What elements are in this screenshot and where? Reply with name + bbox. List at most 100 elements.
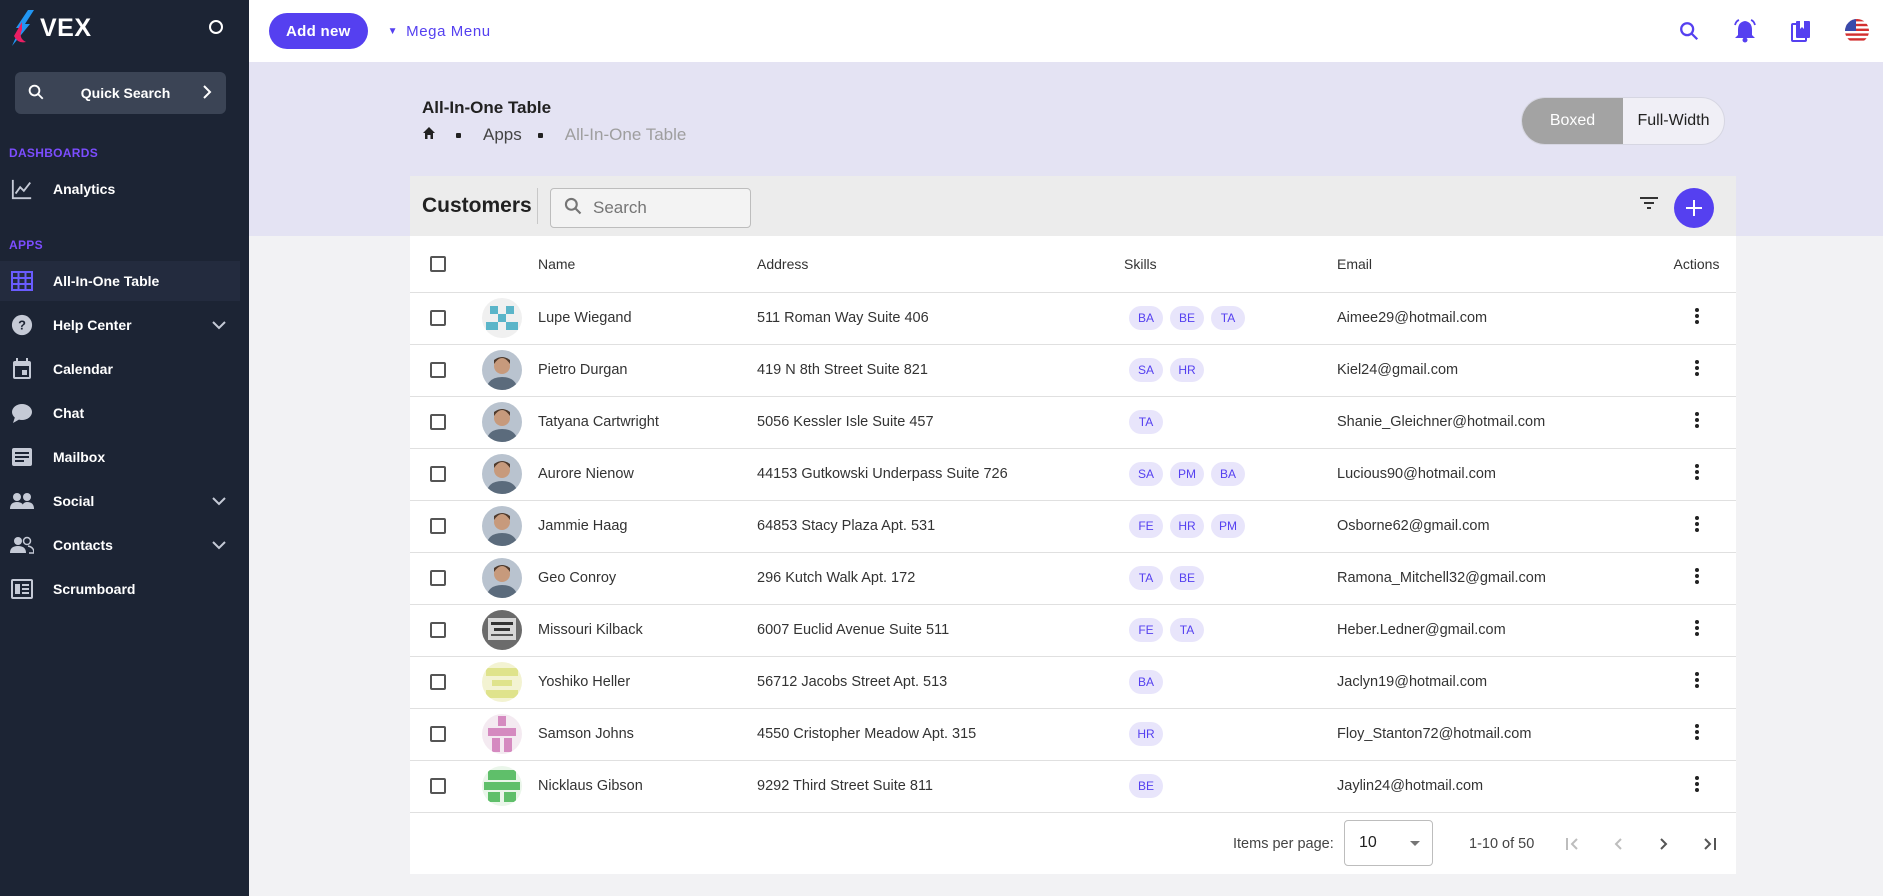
more-vertical-icon[interactable]: [1694, 410, 1699, 430]
sidebar-item-all-in-one-table[interactable]: All-In-One Table: [0, 261, 240, 301]
table-row[interactable]: Tatyana Cartwright 5056 Kessler Isle Suit…: [410, 396, 1736, 449]
next-page-icon[interactable]: [1652, 832, 1676, 856]
sidebar-item-chat[interactable]: Chat: [0, 393, 240, 433]
customers-card: Customers Name Address Skills Email Acti…: [410, 176, 1736, 874]
sidebar-item-social[interactable]: Social: [0, 481, 240, 521]
table-row[interactable]: Nicklaus Gibson 9292 Third Street Suite 8…: [410, 760, 1736, 813]
last-page-icon[interactable]: [1698, 832, 1722, 856]
customer-email: Jaylin24@hotmail.com: [1337, 760, 1657, 813]
sidebar-item-scrumboard[interactable]: Scrumboard: [0, 569, 240, 609]
more-vertical-icon[interactable]: [1694, 462, 1699, 482]
search-input[interactable]: [593, 198, 743, 218]
scrumboard-icon: [10, 577, 34, 601]
row-checkbox[interactable]: [430, 414, 446, 430]
skill-chip: BE: [1129, 774, 1163, 798]
home-icon[interactable]: [422, 125, 440, 145]
items-per-page-select[interactable]: 10: [1344, 820, 1433, 866]
more-vertical-icon[interactable]: [1694, 566, 1699, 586]
row-checkbox[interactable]: [430, 518, 446, 534]
sidebar-collapse-toggle[interactable]: [209, 20, 223, 34]
mega-menu-button[interactable]: ▼ Mega Menu: [388, 23, 491, 40]
app-logo[interactable]: VEX: [8, 8, 92, 48]
actions-cell: [1657, 500, 1736, 553]
chevron-down-icon: [212, 317, 226, 333]
customer-skills: TA BE: [1124, 552, 1337, 605]
skill-chip: BE: [1170, 306, 1204, 330]
table-toolbar: Customers: [410, 176, 1736, 236]
mega-menu-label: Mega Menu: [406, 22, 491, 40]
avatar: [482, 558, 522, 598]
breadcrumb-apps[interactable]: Apps: [483, 125, 522, 145]
add-customer-button[interactable]: [1674, 188, 1714, 228]
row-checkbox[interactable]: [430, 466, 446, 482]
sidebar-item-mailbox[interactable]: Mailbox: [0, 437, 240, 477]
add-new-button[interactable]: Add new: [269, 13, 368, 49]
more-vertical-icon[interactable]: [1694, 358, 1699, 378]
more-vertical-icon[interactable]: [1694, 306, 1699, 326]
layout-option-full-width[interactable]: Full-Width: [1623, 98, 1724, 144]
customer-email: Jaclyn19@hotmail.com: [1337, 656, 1657, 709]
avatar-cell: [482, 604, 538, 657]
first-page-icon[interactable]: [1560, 832, 1584, 856]
customer-address: 4550 Cristopher Meadow Apt. 315: [757, 708, 1124, 761]
column-header-name[interactable]: Name: [538, 236, 757, 293]
table-row[interactable]: Aurore Nienow 44153 Gutkowski Underpass S…: [410, 448, 1736, 501]
table-row[interactable]: Jammie Haag 64853 Stacy Plaza Apt. 531 FE H…: [410, 500, 1736, 553]
table-row[interactable]: Lupe Wiegand 511 Roman Way Suite 406 BA BE T…: [410, 292, 1736, 345]
more-vertical-icon[interactable]: [1694, 618, 1699, 638]
sidebar-item-help-center[interactable]: ? Help Center: [0, 305, 240, 345]
more-vertical-icon[interactable]: [1694, 514, 1699, 534]
table-row[interactable]: Yoshiko Heller 56712 Jacobs Street Apt. 5…: [410, 656, 1736, 709]
row-checkbox[interactable]: [430, 362, 446, 378]
bell-icon[interactable]: [1733, 19, 1757, 43]
row-checkbox[interactable]: [430, 622, 446, 638]
row-checkbox[interactable]: [430, 570, 446, 586]
table-row[interactable]: Pietro Durgan 419 N 8th Street Suite 821 S…: [410, 344, 1736, 397]
table-row[interactable]: Samson Johns 4550 Cristopher Meadow Apt. …: [410, 708, 1736, 761]
row-select-cell: [410, 396, 482, 449]
row-checkbox[interactable]: [430, 310, 446, 326]
row-checkbox[interactable]: [430, 726, 446, 742]
customer-email: Aimee29@hotmail.com: [1337, 292, 1657, 345]
column-header-skills[interactable]: Skills: [1124, 236, 1337, 293]
row-checkbox[interactable]: [430, 674, 446, 690]
sidebar-item-label: Social: [53, 493, 95, 509]
table-row[interactable]: Geo Conroy 296 Kutch Walk Apt. 172 TA BE Ram…: [410, 552, 1736, 605]
column-header-address[interactable]: Address: [757, 236, 1124, 293]
avatar: [482, 610, 522, 650]
avatar: [482, 714, 522, 754]
avatar-cell: [482, 552, 538, 605]
sidebar-item-label: Calendar: [53, 361, 113, 377]
layout-option-boxed[interactable]: Boxed: [1522, 98, 1623, 144]
calendar-icon: [10, 357, 34, 381]
sidebar-item-calendar[interactable]: Calendar: [0, 349, 240, 389]
filter-icon[interactable]: [1640, 196, 1660, 216]
chat-bubble-icon: [10, 401, 34, 425]
sidebar-item-label: Mailbox: [53, 449, 106, 465]
skill-chip: BE: [1170, 566, 1204, 590]
us-flag-icon[interactable]: [1845, 19, 1869, 43]
customer-address: 296 Kutch Walk Apt. 172: [757, 552, 1124, 605]
more-vertical-icon[interactable]: [1694, 774, 1699, 794]
contacts-icon: [10, 533, 34, 557]
bookmarks-icon[interactable]: [1789, 19, 1813, 43]
customer-name: Yoshiko Heller: [538, 656, 757, 709]
more-vertical-icon[interactable]: [1694, 722, 1699, 742]
avatar: [482, 766, 522, 806]
search-field[interactable]: [550, 188, 751, 228]
sidebar-item-contacts[interactable]: Contacts: [0, 525, 240, 565]
customer-email: Osborne62@gmail.com: [1337, 500, 1657, 553]
avatar: [482, 454, 522, 494]
avatar-cell: [482, 396, 538, 449]
select-all-checkbox[interactable]: [430, 255, 446, 272]
previous-page-icon[interactable]: [1606, 832, 1630, 856]
row-checkbox[interactable]: [430, 778, 446, 794]
column-header-email[interactable]: Email: [1337, 236, 1657, 293]
sidebar-item-label: Scrumboard: [53, 581, 136, 597]
quick-search-button[interactable]: Quick Search: [15, 72, 226, 114]
sidebar-item-label: All-In-One Table: [53, 273, 160, 289]
sidebar-item-analytics[interactable]: Analytics: [0, 169, 240, 209]
more-vertical-icon[interactable]: [1694, 670, 1699, 690]
search-icon[interactable]: [1677, 19, 1701, 43]
table-row[interactable]: Missouri Kilback 6007 Euclid Avenue Suite…: [410, 604, 1736, 657]
